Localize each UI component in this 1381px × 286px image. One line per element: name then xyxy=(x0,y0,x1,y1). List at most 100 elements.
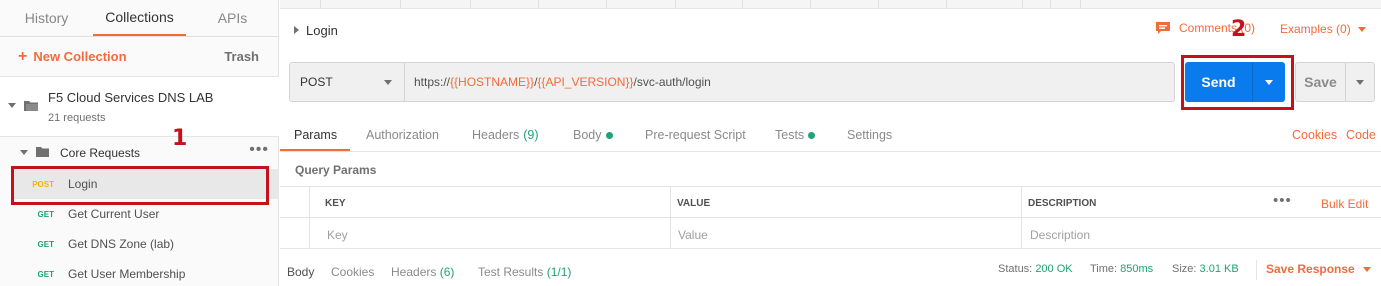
size-value: 3.01 KB xyxy=(1199,263,1239,275)
tab-tests-label: Tests xyxy=(775,128,805,142)
plus-icon: + xyxy=(18,47,28,65)
url-input[interactable]: https://{{HOSTNAME}} / {{API_VERSION}}/svc… xyxy=(405,62,1175,102)
time-value: 850ms xyxy=(1120,263,1154,275)
tab-params[interactable]: Params xyxy=(294,128,337,142)
response-headers-count: (6) xyxy=(439,265,455,279)
description-input[interactable]: Description xyxy=(1030,228,1090,242)
send-button-group: Send xyxy=(1185,62,1285,102)
column-header-value: VALUE xyxy=(677,198,711,209)
comments-button[interactable]: Comments (0) xyxy=(1155,21,1255,35)
save-button[interactable]: Save xyxy=(1296,63,1346,101)
new-collection-label: New Collection xyxy=(33,49,127,64)
status-dot-icon xyxy=(605,131,613,139)
chevron-down-icon xyxy=(1362,266,1371,272)
send-options-button[interactable] xyxy=(1253,62,1285,102)
sidebar-actions: + New Collection Trash xyxy=(0,37,279,77)
code-link[interactable]: Code xyxy=(1346,128,1376,142)
collection-request-count: 21 requests xyxy=(48,112,106,124)
request-name: Get DNS Zone (lab) xyxy=(68,237,175,251)
response-tab-body[interactable]: Body xyxy=(287,265,314,279)
params-table: KEY VALUE DESCRIPTION ••• Bulk Edit Key … xyxy=(280,186,1381,249)
column-header-key: KEY xyxy=(325,198,346,209)
folder-icon xyxy=(36,147,49,157)
active-tab-indicator xyxy=(280,149,350,151)
folder-label: Core Requests xyxy=(60,146,141,160)
request-title[interactable]: Login xyxy=(306,23,338,38)
tab-authorization[interactable]: Authorization xyxy=(366,128,439,142)
tab-apis[interactable]: APIs xyxy=(186,0,279,36)
request-name: Get Current User xyxy=(68,207,160,221)
new-collection-button[interactable]: + New Collection xyxy=(18,48,127,66)
cookies-link[interactable]: Cookies xyxy=(1292,128,1337,142)
bulk-edit-link[interactable]: Bulk Edit xyxy=(1321,197,1368,211)
status-label: Status: xyxy=(998,263,1033,275)
request-item-get-current-user[interactable]: GET Get Current User xyxy=(14,199,279,229)
response-size: Size: 3.01 KB xyxy=(1172,263,1239,275)
tab-prerequest-script[interactable]: Pre-request Script xyxy=(645,128,746,142)
save-button-group: Save xyxy=(1295,62,1375,102)
test-results-count: (1/1) xyxy=(546,265,572,279)
tab-history[interactable]: History xyxy=(0,0,93,36)
chevron-down-icon xyxy=(1265,79,1273,85)
status-value: 200 OK xyxy=(1035,263,1073,275)
chevron-down-icon[interactable] xyxy=(8,103,16,108)
collection-item[interactable]: F5 Cloud Services DNS LAB 21 requests xyxy=(0,77,279,137)
chevron-right-icon[interactable] xyxy=(294,26,299,34)
sidebar-tabs: History Collections APIs xyxy=(0,0,279,37)
url-part: /svc-auth/login xyxy=(633,75,711,89)
request-tab-strip xyxy=(280,0,1381,9)
save-response-label: Save Response xyxy=(1266,262,1355,276)
method-badge: GET xyxy=(37,269,54,279)
value-input[interactable]: Value xyxy=(678,228,708,242)
collection-folder-icon xyxy=(24,101,38,111)
request-editor: Login Comments (0) Examples (0) POST htt… xyxy=(280,0,1381,286)
chevron-down-icon[interactable] xyxy=(20,150,28,155)
params-table-header xyxy=(280,187,1381,218)
tab-headers[interactable]: Headers (9) xyxy=(472,128,539,142)
method-select[interactable]: POST xyxy=(289,62,405,102)
size-label: Size: xyxy=(1172,263,1197,275)
chevron-down-icon xyxy=(1356,79,1364,85)
response-time: Time: 850ms xyxy=(1090,263,1153,275)
send-button[interactable]: Send xyxy=(1185,62,1253,102)
method-badge: GET xyxy=(37,209,54,219)
query-params-title: Query Params xyxy=(295,163,377,177)
response-status: Status: 200 OK xyxy=(998,263,1073,275)
save-response-dropdown[interactable]: Save Response xyxy=(1266,262,1371,276)
request-subtabs: Params Authorization Headers (9) Body Pr… xyxy=(280,120,1381,152)
more-options-icon[interactable]: ••• xyxy=(1273,192,1292,209)
test-results-label: Test Results xyxy=(478,265,544,279)
time-label: Time: xyxy=(1090,263,1118,275)
sidebar: History Collections APIs + New Collectio… xyxy=(0,0,279,286)
response-tab-headers[interactable]: Headers (6) xyxy=(391,265,454,279)
method-value: POST xyxy=(300,75,333,89)
save-options-button[interactable] xyxy=(1346,63,1374,101)
request-name: Login xyxy=(68,177,98,191)
request-name: Get User Membership xyxy=(68,267,186,281)
folder-item[interactable]: Core Requests ••• xyxy=(0,139,279,167)
tab-body-label: Body xyxy=(573,128,602,142)
more-options-icon[interactable]: ••• xyxy=(249,141,269,159)
request-item-get-dns-zone[interactable]: GET Get DNS Zone (lab) xyxy=(14,229,279,259)
request-item-get-user-membership[interactable]: GET Get User Membership xyxy=(14,259,279,286)
tab-collections[interactable]: Collections xyxy=(93,0,186,36)
tab-body[interactable]: Body xyxy=(573,128,613,142)
url-variable: {{API_VERSION}} xyxy=(537,75,634,89)
response-tab-test-results[interactable]: Test Results (1/1) xyxy=(478,265,571,279)
response-headers-label: Headers xyxy=(391,265,437,279)
examples-label: Examples (0) xyxy=(1280,22,1351,36)
url-part: https:// xyxy=(414,75,451,89)
response-bar: Body Cookies Headers (6) Test Results (1… xyxy=(280,258,1381,286)
key-input[interactable]: Key xyxy=(327,228,348,242)
tab-tests[interactable]: Tests xyxy=(775,128,816,142)
url-row: POST https://{{HOSTNAME}} / {{API_VERSION}… xyxy=(289,62,1175,102)
status-dot-icon xyxy=(808,131,816,139)
examples-dropdown[interactable]: Examples (0) xyxy=(1280,22,1366,36)
headers-count: (9) xyxy=(523,128,539,142)
trash-button[interactable]: Trash xyxy=(224,49,259,64)
request-item-login[interactable]: POST Login xyxy=(14,169,279,199)
tab-settings[interactable]: Settings xyxy=(847,128,892,142)
response-tab-cookies[interactable]: Cookies xyxy=(331,265,374,279)
column-header-description: DESCRIPTION xyxy=(1028,198,1097,209)
collection-title: F5 Cloud Services DNS LAB xyxy=(48,90,214,105)
